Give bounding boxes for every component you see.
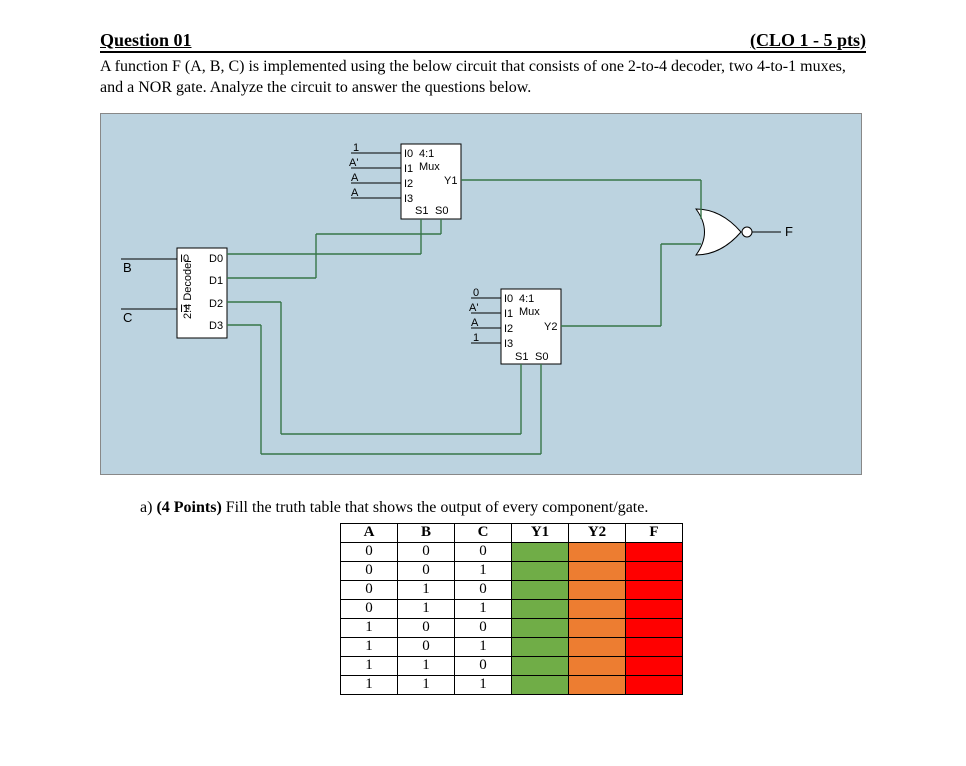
decoder-port-d0: D0 xyxy=(209,253,223,265)
part-a-points: (4 Points) xyxy=(156,499,221,516)
decoder-port-d3: D3 xyxy=(209,320,223,332)
svg-text:1: 1 xyxy=(473,332,479,344)
svg-text:Y1: Y1 xyxy=(444,175,457,187)
svg-text:I0: I0 xyxy=(404,148,413,160)
svg-text:S1: S1 xyxy=(515,351,528,363)
truth-table: ABCY1Y2F 000001010011100101110111 xyxy=(340,523,683,695)
svg-text:Mux: Mux xyxy=(519,306,540,318)
svg-text:A: A xyxy=(471,317,479,329)
table-row: 001 xyxy=(341,561,683,580)
part-a-text: Fill the truth table that shows the outp… xyxy=(226,499,649,516)
table-row: 000 xyxy=(341,542,683,561)
svg-text:I1: I1 xyxy=(504,308,513,320)
svg-text:Mux: Mux xyxy=(419,161,440,173)
decoder-port-d2: D2 xyxy=(209,298,223,310)
table-row: 011 xyxy=(341,599,683,618)
col-b: B xyxy=(398,523,455,542)
part-a-label: a) xyxy=(140,499,152,516)
svg-text:I0: I0 xyxy=(504,293,513,305)
svg-text:S0: S0 xyxy=(435,205,448,217)
col-a: A xyxy=(341,523,398,542)
svg-text:A': A' xyxy=(349,157,358,169)
decoder-input-b: B xyxy=(123,260,132,275)
svg-text:Y2: Y2 xyxy=(544,321,557,333)
circuit-diagram: 2:4 Decoder I0 I1 D0 D1 D2 D3 B C I0 I1 … xyxy=(100,113,862,475)
svg-text:S1: S1 xyxy=(415,205,428,217)
question-description: A function F (A, B, C) is implemented us… xyxy=(100,57,866,99)
decoder-port-i0: I0 xyxy=(180,253,189,265)
svg-text:A': A' xyxy=(469,302,478,314)
col-y1: Y1 xyxy=(512,523,569,542)
table-row: 010 xyxy=(341,580,683,599)
svg-text:I1: I1 xyxy=(404,163,413,175)
svg-text:A: A xyxy=(351,172,359,184)
col-f: F xyxy=(626,523,683,542)
table-row: 111 xyxy=(341,675,683,694)
question-title: Question 01 xyxy=(100,30,192,51)
table-row: 101 xyxy=(341,637,683,656)
svg-text:S0: S0 xyxy=(535,351,548,363)
decoder-port-d1: D1 xyxy=(209,275,223,287)
table-row: 100 xyxy=(341,618,683,637)
decoder-input-c: C xyxy=(123,310,132,325)
nor-gate xyxy=(696,209,752,255)
svg-text:1: 1 xyxy=(353,142,359,154)
svg-text:I3: I3 xyxy=(504,338,513,350)
decoder-port-i1: I1 xyxy=(180,303,189,315)
output-f: F xyxy=(785,224,793,239)
col-c: C xyxy=(455,523,512,542)
table-row: 110 xyxy=(341,656,683,675)
svg-text:A: A xyxy=(351,187,359,199)
svg-text:4:1: 4:1 xyxy=(419,148,434,160)
svg-text:I3: I3 xyxy=(404,193,413,205)
svg-text:I2: I2 xyxy=(404,178,413,190)
svg-text:4:1: 4:1 xyxy=(519,293,534,305)
svg-text:0: 0 xyxy=(473,287,479,299)
col-y2: Y2 xyxy=(569,523,626,542)
svg-text:I2: I2 xyxy=(504,323,513,335)
clo-label: (CLO 1 - 5 pts) xyxy=(750,30,866,51)
